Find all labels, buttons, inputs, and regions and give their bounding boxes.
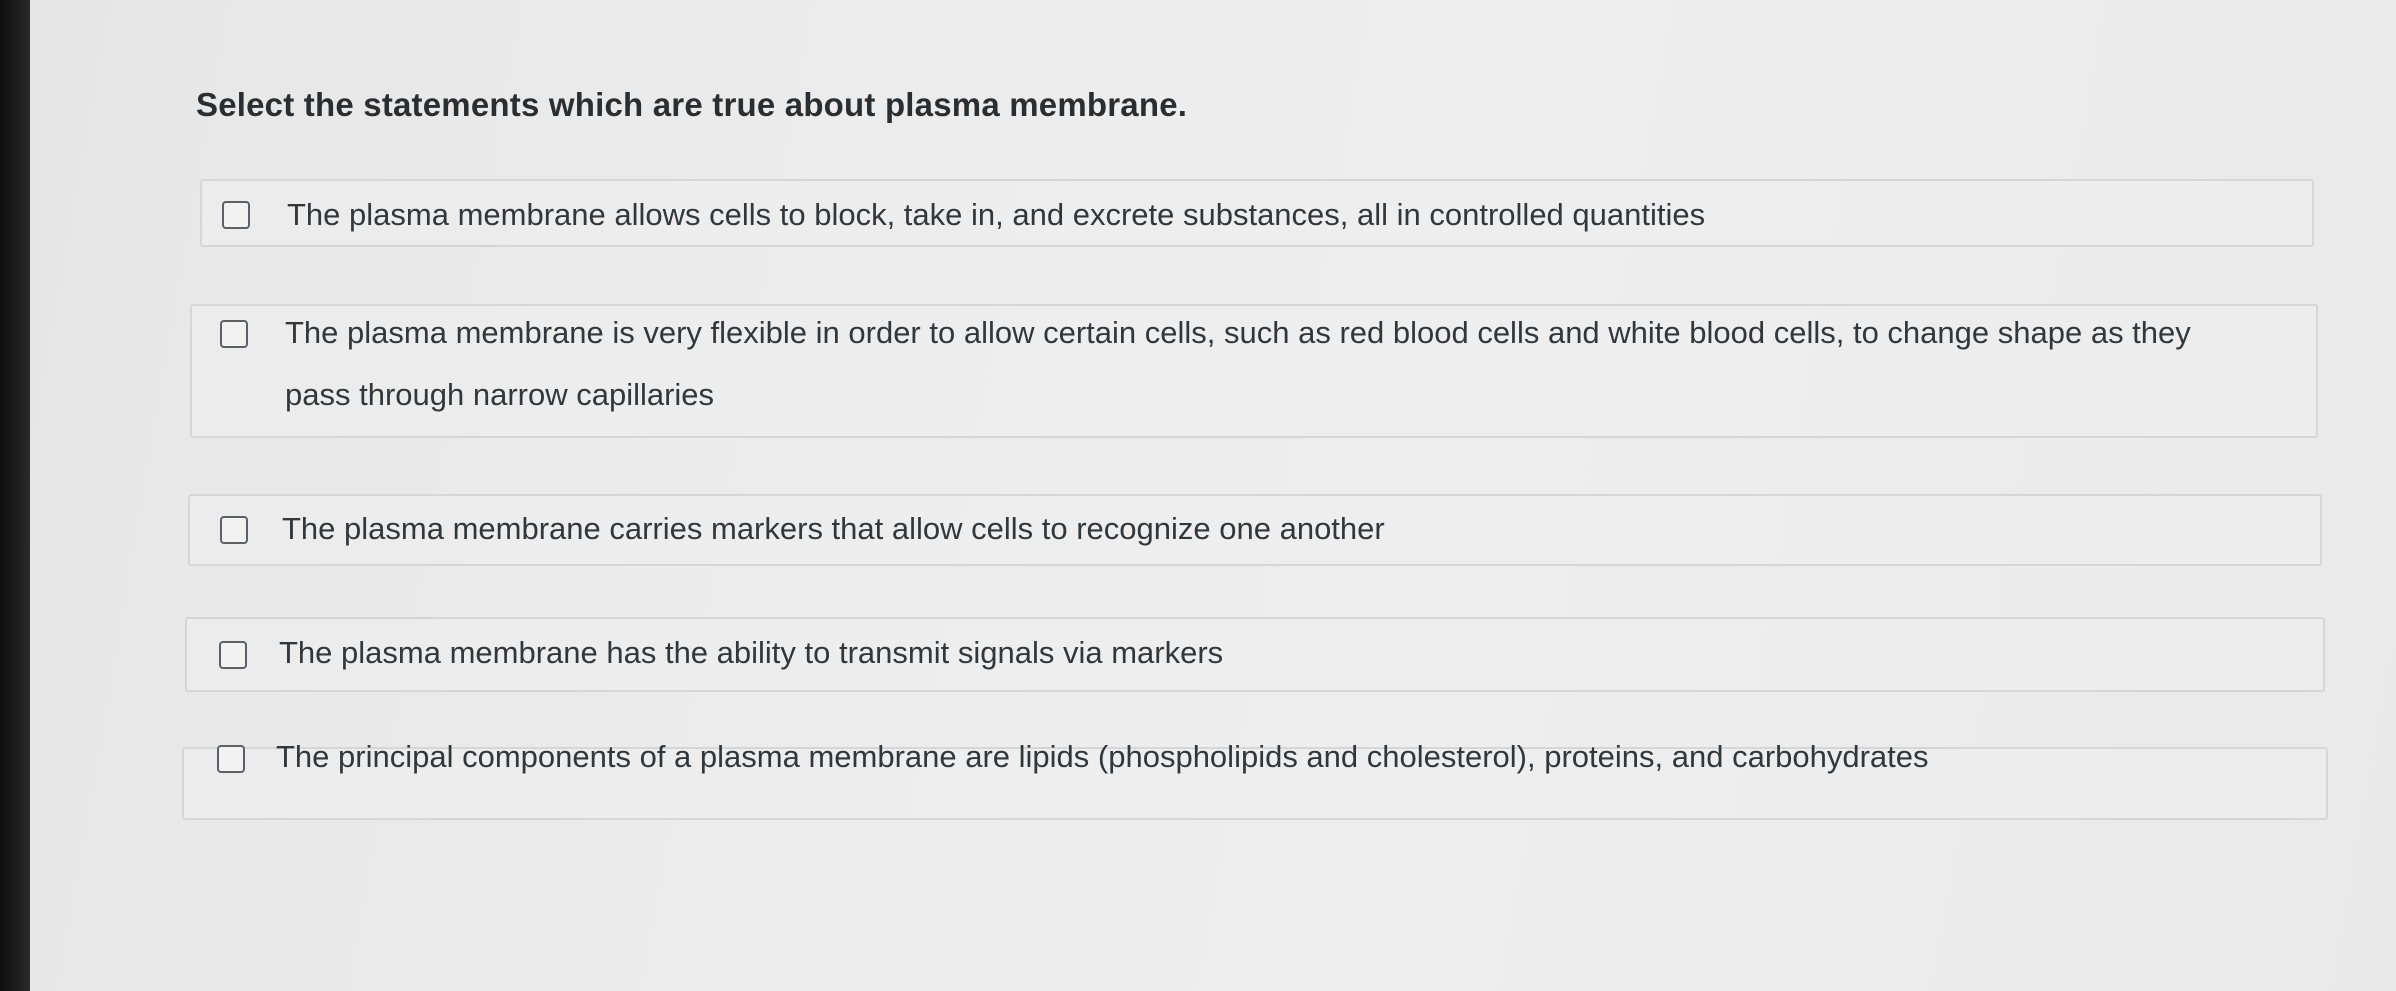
answer-option-1[interactable]: The plasma membrane allows cells to bloc… <box>200 179 2314 247</box>
answer-option-3[interactable]: The plasma membrane carries markers that… <box>188 494 2322 566</box>
answer-option-label: The plasma membrane allows cells to bloc… <box>287 197 1706 232</box>
answer-option-2[interactable]: The plasma membrane is very flexible in … <box>190 304 2318 438</box>
answer-option-label-line-2: pass through narrow capillaries <box>285 377 715 412</box>
answer-option-label: The plasma membrane carries markers that… <box>282 511 1385 546</box>
question-prompt: Select the statements which are true abo… <box>196 86 1188 123</box>
checkbox-icon[interactable] <box>220 516 248 544</box>
checkbox-icon[interactable] <box>217 745 245 773</box>
answer-option-label-line-1: The plasma membrane is very flexible in … <box>285 315 2191 350</box>
checkbox-icon[interactable] <box>219 641 247 669</box>
quiz-screen: Select the statements which are true abo… <box>30 0 2396 991</box>
checkbox-icon[interactable] <box>222 201 250 229</box>
checkbox-icon[interactable] <box>220 320 248 348</box>
answer-option-5[interactable]: The principal components of a plasma mem… <box>182 739 2328 820</box>
answer-option-4[interactable]: The plasma membrane has the ability to t… <box>185 617 2325 692</box>
screen-bezel <box>0 0 30 991</box>
answer-option-label: The plasma membrane has the ability to t… <box>279 635 1224 670</box>
answer-option-label: The principal components of a plasma mem… <box>276 739 1929 774</box>
